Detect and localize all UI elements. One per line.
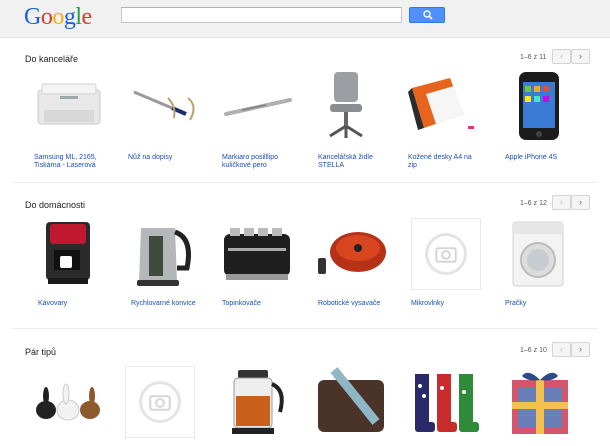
tea-kettle-icon: [232, 370, 284, 434]
google-logo[interactable]: Google: [24, 4, 92, 30]
camera-placeholder-icon: [411, 218, 481, 290]
search-input[interactable]: [121, 7, 402, 23]
pager-count: 1–6 z 11: [520, 54, 547, 61]
coffee-maker-icon: [46, 222, 90, 284]
laptop-bag-icon: [318, 367, 384, 432]
printer-icon: [37, 83, 101, 125]
product-label: Samsung ML, 2165,: [34, 154, 97, 161]
product-label: Kávovary: [38, 300, 68, 307]
section-title: Pár tipů: [25, 347, 57, 357]
toaster-icon: [224, 228, 290, 280]
product-label: Mikrovlnky: [411, 300, 445, 307]
product-label: Tiskárna - Laserová: [34, 162, 96, 169]
top-bar: Google: [0, 0, 610, 38]
product-label: zip: [408, 162, 417, 169]
product-label: Robotické vysavače: [318, 300, 381, 307]
product-label: kuličkové pero: [222, 162, 267, 169]
search-button[interactable]: [409, 7, 445, 23]
pager-count: 1–6 z 12: [520, 200, 547, 207]
rabbits-icon: [36, 383, 100, 421]
product-label: Topinkovače: [222, 300, 261, 307]
product-label: Markiaro posilllipo: [222, 154, 279, 161]
section-title: Do domácnosti: [25, 200, 86, 210]
section-divider: [12, 182, 598, 183]
pager-prev-button[interactable]: ‹: [552, 342, 571, 357]
search-icon: [423, 10, 433, 20]
pager-next-button[interactable]: ›: [571, 342, 590, 357]
product-label: Pračky: [505, 300, 527, 307]
product-label: Rychlovarné konvice: [131, 300, 196, 307]
product-label: Nůž na dopisy: [128, 154, 173, 161]
section-title: Do kanceláře: [25, 54, 79, 64]
product-label: STELLA: [318, 162, 345, 169]
pager-count: 1–6 z 10: [520, 347, 547, 354]
camera-placeholder-icon: [125, 366, 195, 438]
washing-machine-icon: [512, 221, 564, 287]
pager-next-button[interactable]: ›: [571, 49, 590, 64]
office-chair-icon: [329, 72, 363, 138]
product-label: Kožené desky A4 na: [408, 154, 472, 161]
product-label: Kancelářská židle: [318, 154, 373, 161]
section-divider: [12, 328, 598, 329]
pager-prev-button[interactable]: ‹: [552, 195, 571, 210]
robot-vacuum-icon: [318, 232, 386, 274]
phone-icon: [519, 72, 559, 140]
pager-prev-button[interactable]: ‹: [552, 49, 571, 64]
pen-icon: [224, 98, 292, 116]
kettle-icon: [137, 228, 191, 286]
rain-boots-icon: [415, 374, 479, 432]
letter-opener-icon: [133, 90, 195, 121]
leather-folder-icon: [408, 78, 474, 130]
gift-box-icon: [512, 372, 568, 434]
pager-next-button[interactable]: ›: [571, 195, 590, 210]
product-label: Apple iPhone 4S: [505, 154, 558, 161]
